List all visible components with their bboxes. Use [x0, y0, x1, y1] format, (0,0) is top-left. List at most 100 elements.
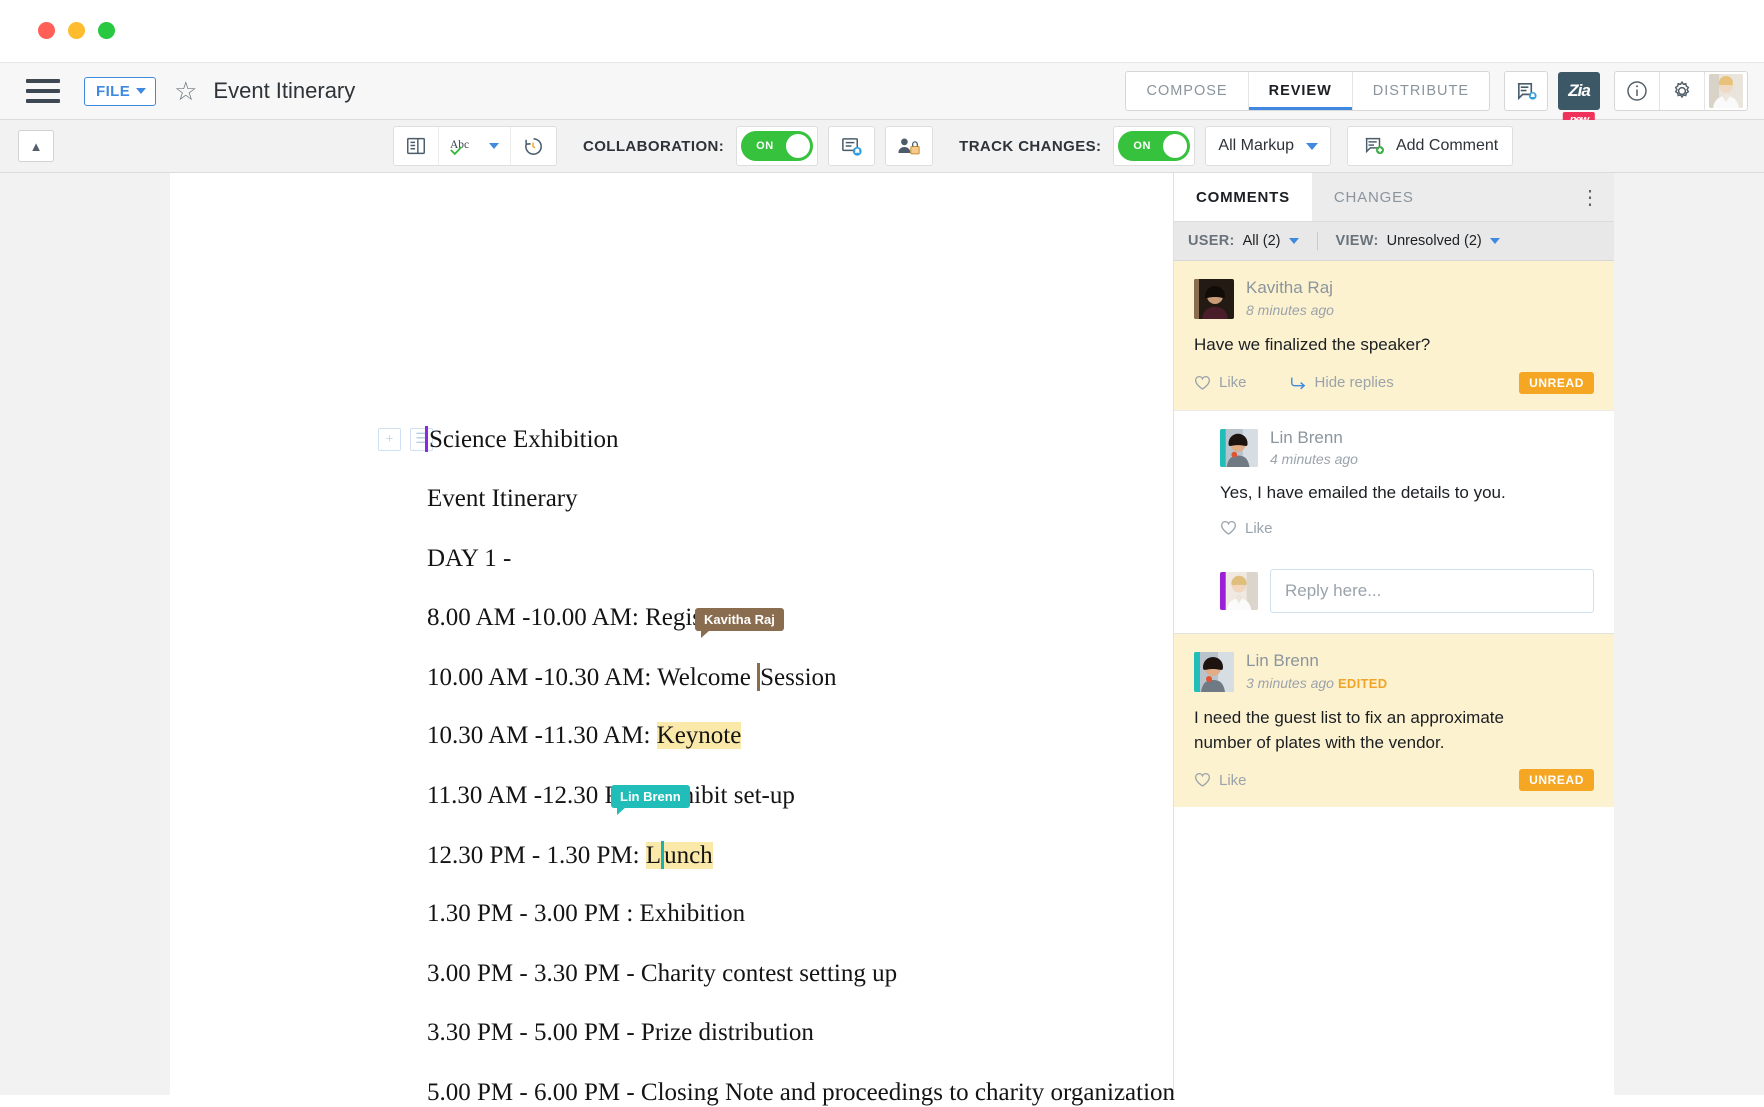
status-badge[interactable]: UNREAD	[1519, 372, 1594, 394]
more-options-icon[interactable]: ⋮	[1568, 173, 1614, 221]
comment-meta: Kavitha Raj 8 minutes ago	[1246, 279, 1334, 318]
collaboration-toggle[interactable]: ON	[741, 131, 813, 161]
comment-time: 8 minutes ago	[1246, 302, 1334, 318]
doc-line-prize: 3.30 PM - 5.00 PM - Prize distribution	[427, 1019, 814, 1047]
avatar[interactable]	[1220, 572, 1258, 610]
comment-author: Lin Brenn	[1270, 429, 1358, 448]
menu-icon[interactable]	[26, 79, 60, 103]
comment-edited-badge: EDITED	[1338, 676, 1387, 691]
tab-review[interactable]: REVIEW	[1249, 72, 1353, 110]
add-paragraph-icon[interactable]: +	[378, 428, 401, 451]
like-button[interactable]: Like	[1220, 520, 1273, 537]
markup-select[interactable]: All Markup	[1205, 126, 1331, 166]
heart-icon	[1194, 375, 1211, 391]
comment-actions: Like Hide replies UNREAD	[1194, 372, 1594, 394]
document-page[interactable]: + ☰ Science Exhibition Event Itinerary D…	[170, 173, 1174, 1095]
chevron-down-icon[interactable]	[1490, 238, 1500, 244]
chevron-down-icon	[1306, 143, 1318, 150]
toolbar-center-group: Abc COLLABORATION: ON	[393, 126, 1513, 166]
doc-line-subtitle: Event Itinerary	[427, 485, 578, 513]
panel-tabs: COMMENTS CHANGES ⋮	[1174, 173, 1614, 222]
window-controls	[38, 22, 115, 39]
chevron-down-icon	[489, 143, 499, 149]
close-window-button[interactable]	[38, 22, 55, 39]
doc-line-text: Science Exhibition	[429, 426, 619, 453]
collaborator-cursor-lin	[661, 841, 664, 869]
app-window: FILE ☆ Event Itinerary COMPOSE REVIEW DI…	[0, 0, 1764, 1092]
doc-line-keynote: 10.30 AM -11.30 AM: Keynote	[427, 722, 741, 750]
comment-actions: Like UNREAD	[1194, 769, 1594, 791]
version-history-icon[interactable]	[511, 127, 556, 165]
status-badge[interactable]: UNREAD	[1519, 769, 1594, 791]
tab-distribute[interactable]: DISTRIBUTE	[1353, 72, 1489, 110]
comment-thread-root[interactable]: Lin Brenn 3 minutes agoEDITED I need the…	[1174, 633, 1614, 807]
review-toolbar: ▲ Abc	[0, 120, 1764, 173]
share-user-icon[interactable]	[886, 127, 932, 165]
avatar[interactable]	[1220, 429, 1258, 467]
comment-body: I need the guest list to fix an approxim…	[1194, 706, 1544, 755]
track-changes-toggle-wrap: ON	[1113, 126, 1195, 166]
info-icon[interactable]	[1615, 72, 1660, 110]
hide-replies-button[interactable]: Hide replies	[1289, 374, 1394, 391]
add-comment-button[interactable]: Add Comment	[1347, 126, 1513, 166]
minimize-window-button[interactable]	[68, 22, 85, 39]
toolbar-view-group: Abc	[393, 126, 557, 166]
user-filter-label: USER:	[1188, 233, 1235, 249]
add-comment-label: Add Comment	[1396, 137, 1498, 155]
highlight-lunch: Lunch	[646, 842, 713, 869]
view-filter-label: VIEW:	[1336, 233, 1379, 249]
doc-line-exhibition: 1.30 PM - 3.00 PM : Exhibition	[427, 900, 745, 928]
chevron-down-icon[interactable]	[1289, 238, 1299, 244]
chevron-up-icon[interactable]: ▲	[18, 130, 54, 162]
comment-time: 4 minutes ago	[1270, 451, 1358, 467]
doc-line-closing: 5.00 PM - 6.00 PM - Closing Note and pro…	[427, 1079, 1175, 1107]
comment-meta: Lin Brenn 4 minutes ago	[1270, 429, 1358, 468]
comment-bell-icon[interactable]	[1504, 71, 1548, 111]
filter-divider	[1317, 232, 1318, 250]
page-layout-icon[interactable]	[394, 127, 439, 165]
reply-arrow-icon	[1289, 375, 1307, 391]
avatar[interactable]	[1194, 652, 1234, 692]
reply-placeholder: Reply here...	[1285, 581, 1381, 601]
track-changes-toggle[interactable]: ON	[1118, 131, 1190, 161]
star-icon[interactable]: ☆	[174, 78, 197, 104]
comment-body: Yes, I have emailed the details to you.	[1220, 481, 1594, 506]
app-header: FILE ☆ Event Itinerary COMPOSE REVIEW DI…	[0, 62, 1764, 120]
heart-icon	[1220, 520, 1237, 536]
comment-meta: Lin Brenn 3 minutes agoEDITED	[1246, 652, 1387, 691]
cursor-flag-lin: Lin Brenn	[611, 785, 690, 808]
file-menu-button[interactable]: FILE	[84, 77, 156, 106]
page-title: Event Itinerary	[213, 78, 355, 104]
flag-tail	[701, 630, 710, 638]
view-filter-value[interactable]: Unresolved (2)	[1387, 233, 1482, 249]
like-button[interactable]: Like	[1194, 374, 1247, 391]
collab-notify-group	[828, 126, 875, 166]
cursor-flag-kavitha: Kavitha Raj	[695, 608, 784, 631]
tab-comments[interactable]: COMMENTS	[1174, 173, 1312, 221]
avatar[interactable]	[1194, 279, 1234, 319]
spellcheck-abc-icon[interactable]: Abc	[439, 127, 511, 165]
collab-notify-icon[interactable]	[829, 127, 874, 165]
panel-filters: USER: All (2) VIEW: Unresolved (2)	[1174, 222, 1614, 261]
reply-input[interactable]: Reply here...	[1270, 569, 1594, 613]
reply-row: Reply here...	[1174, 553, 1614, 633]
share-group	[885, 126, 933, 166]
zoom-window-button[interactable]	[98, 22, 115, 39]
tab-changes[interactable]: CHANGES	[1312, 173, 1436, 221]
window-titlebar	[0, 0, 1764, 62]
hide-replies-label: Hide replies	[1315, 374, 1394, 391]
zia-assistant-button[interactable]: Zia new	[1558, 72, 1600, 110]
track-changes-label: TRACK CHANGES:	[959, 138, 1101, 155]
track-changes-toggle-state: ON	[1133, 140, 1151, 152]
chevron-down-icon	[136, 88, 146, 94]
like-button[interactable]: Like	[1194, 772, 1247, 789]
gear-icon[interactable]	[1660, 72, 1705, 110]
comment-reply[interactable]: Lin Brenn 4 minutes ago Yes, I have emai…	[1174, 410, 1614, 553]
avatar[interactable]	[1705, 72, 1747, 110]
cursor-flag-label: Kavitha Raj	[704, 612, 775, 627]
tab-compose[interactable]: COMPOSE	[1126, 72, 1248, 110]
doc-line-charity-setup: 3.00 PM - 3.30 PM - Charity contest sett…	[427, 960, 897, 988]
user-filter-value[interactable]: All (2)	[1243, 233, 1281, 249]
mode-tabs: COMPOSE REVIEW DISTRIBUTE	[1125, 71, 1490, 111]
comment-thread-root[interactable]: Kavitha Raj 8 minutes ago Have we finali…	[1174, 261, 1614, 410]
